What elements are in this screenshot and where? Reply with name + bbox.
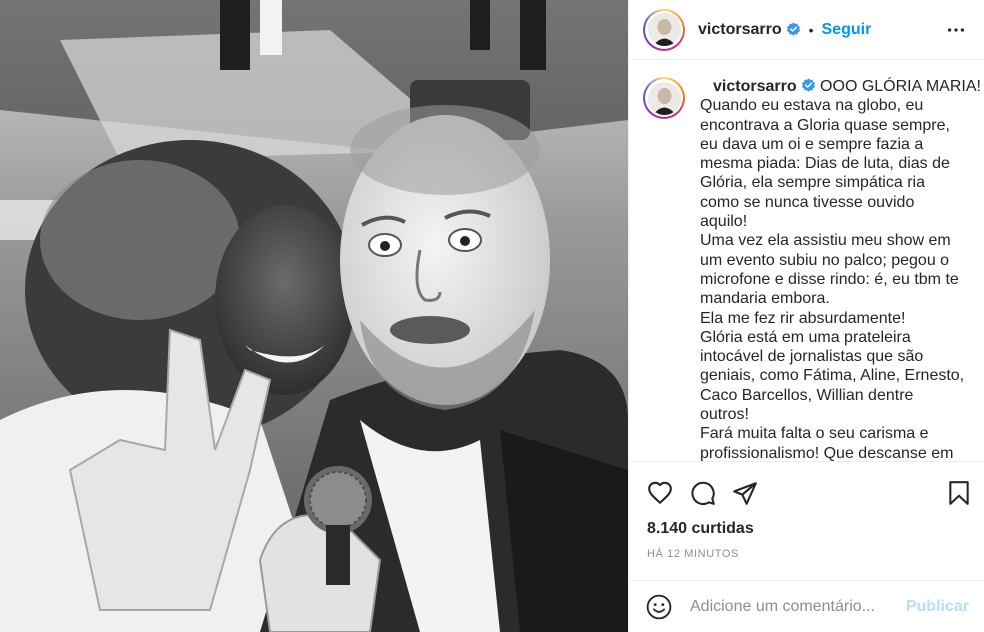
caption-line: intocável de jornalistas que são [700,348,924,366]
selfie-photo [0,0,628,632]
caption-line: OOO GLÓRIA MARIA! [820,78,981,95]
caption-line: aquilo! [700,213,748,231]
caption-line: encontrava a Gloria quase sempre, [700,116,950,134]
verified-badge-icon [801,78,815,92]
caption-line: como se nunca tivesse ouvido [700,193,915,211]
likes-count[interactable]: 8.140 curtidas [647,520,754,538]
caption-line: geniais, como Fátima, Aline, Ernesto, [700,367,965,385]
comment-icon[interactable] [690,480,716,506]
bookmark-icon[interactable] [946,480,972,506]
heart-icon[interactable] [647,480,673,506]
separator-dot: • [808,21,814,38]
caption-text: victorsarro OOO GLÓRIA MARIA! Quando eu … [700,77,981,461]
caption-line: Glória, ela sempre simpática ria [700,174,925,192]
caption-username[interactable]: victorsarro [713,78,797,95]
caption-line: Ela me fez rir absurdamente! [700,309,906,327]
caption-line: um evento subiu no palco; pegou o [700,251,950,269]
caption-line: eu dava um oi e sempre fazia a [700,135,924,153]
header-username[interactable]: victorsarro [698,21,782,39]
avatar-image [647,13,681,46]
paper-plane-icon[interactable] [732,480,758,506]
caption-line: profissionalismo! Que descanse em [700,444,954,461]
verified-badge-icon [786,22,800,36]
action-bar [629,461,984,521]
avatar-image [647,81,681,115]
post-header: victorsarro • Seguir [629,0,984,60]
caption-line: mesma piada: Dias de luta, dias de [700,155,950,173]
caption-line: microfone e disse rindo: é, eu tbm te [700,270,959,288]
publish-button[interactable]: Publicar [906,598,969,616]
emoji-icon[interactable] [646,594,672,620]
caption-line: Fará muita falta o seu carisma e [700,425,929,443]
avatar[interactable] [643,8,685,51]
caption-area[interactable]: victorsarro OOO GLÓRIA MARIA! Quando eu … [629,61,984,461]
more-options-icon[interactable] [945,19,967,41]
caption-line: mandaria embora. [700,290,830,308]
post-photo[interactable] [0,0,628,632]
caption-line: Quando eu estava na globo, eu [700,97,924,115]
caption-avatar[interactable] [643,77,685,119]
caption-first-line: victorsarro OOO GLÓRIA MARIA! [700,77,981,96]
follow-button[interactable]: Seguir [822,21,872,39]
caption-line: Caco Barcellos, Willian dentre [700,386,914,404]
caption-line: Glória está em uma prateleira [700,328,911,346]
caption-line: outros! [700,406,749,424]
caption-line: Uma vez ela assistiu meu show em [700,232,951,250]
comment-input[interactable] [690,597,890,616]
post-timestamp[interactable]: HÁ 12 MINUTOS [647,548,739,560]
comment-form: Publicar [629,580,984,632]
post-side-panel: victorsarro • Seguir victorsarro OOO GLÓ… [628,0,984,632]
